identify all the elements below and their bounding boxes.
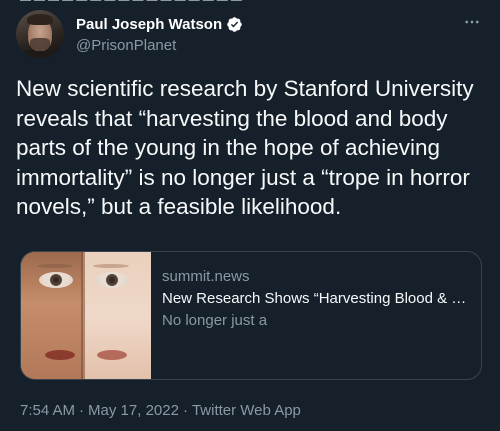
tweet-time[interactable]: 7:54 AM xyxy=(20,402,75,419)
tweet-header: Paul Joseph Watson @PrisonPlanet xyxy=(16,6,486,66)
image-seam xyxy=(81,252,85,379)
image-lips-right xyxy=(97,350,127,360)
tweet-text: New scientific research by Stanford Univ… xyxy=(16,76,474,219)
handle[interactable]: @PrisonPlanet xyxy=(76,37,176,54)
image-brow-left xyxy=(37,264,73,268)
cropped-text-fragment: ▬ ▬ ▬ ▬ ▬ ▬ ▬ ▬ ▬ ▬ ▬ ▬ ▬ ▬ ▬ ▬ xyxy=(20,0,242,4)
link-card-image xyxy=(21,252,151,379)
display-name[interactable]: Paul Joseph Watson xyxy=(76,16,222,33)
avatar-hair xyxy=(27,14,53,25)
image-lips-left xyxy=(45,350,75,360)
link-card-title: New Research Shows “Harvesting Blood & B… xyxy=(162,290,470,307)
tweet-date[interactable]: May 17, 2022 xyxy=(88,402,179,419)
image-face-half-right xyxy=(83,252,151,379)
more-options-icon xyxy=(465,20,479,24)
link-card[interactable]: summit.news New Research Shows “Harvesti… xyxy=(20,251,482,380)
image-eye-right xyxy=(95,272,129,288)
tweet-source[interactable]: Twitter Web App xyxy=(192,402,301,419)
avatar[interactable] xyxy=(16,10,64,58)
link-card-description: No longer just a xyxy=(162,312,268,329)
image-brow-right xyxy=(93,264,129,268)
image-eye-left xyxy=(39,272,73,288)
meta-separator: · xyxy=(182,402,188,419)
more-options-button[interactable] xyxy=(462,12,482,32)
link-card-domain: summit.news xyxy=(162,268,250,285)
name-row: Paul Joseph Watson xyxy=(76,16,243,33)
avatar-beard xyxy=(30,38,50,51)
tweet-metadata: 7:54 AM · May 17, 2022 · Twitter Web App xyxy=(20,402,301,419)
verified-badge-icon xyxy=(227,17,242,32)
meta-separator: · xyxy=(79,402,85,419)
